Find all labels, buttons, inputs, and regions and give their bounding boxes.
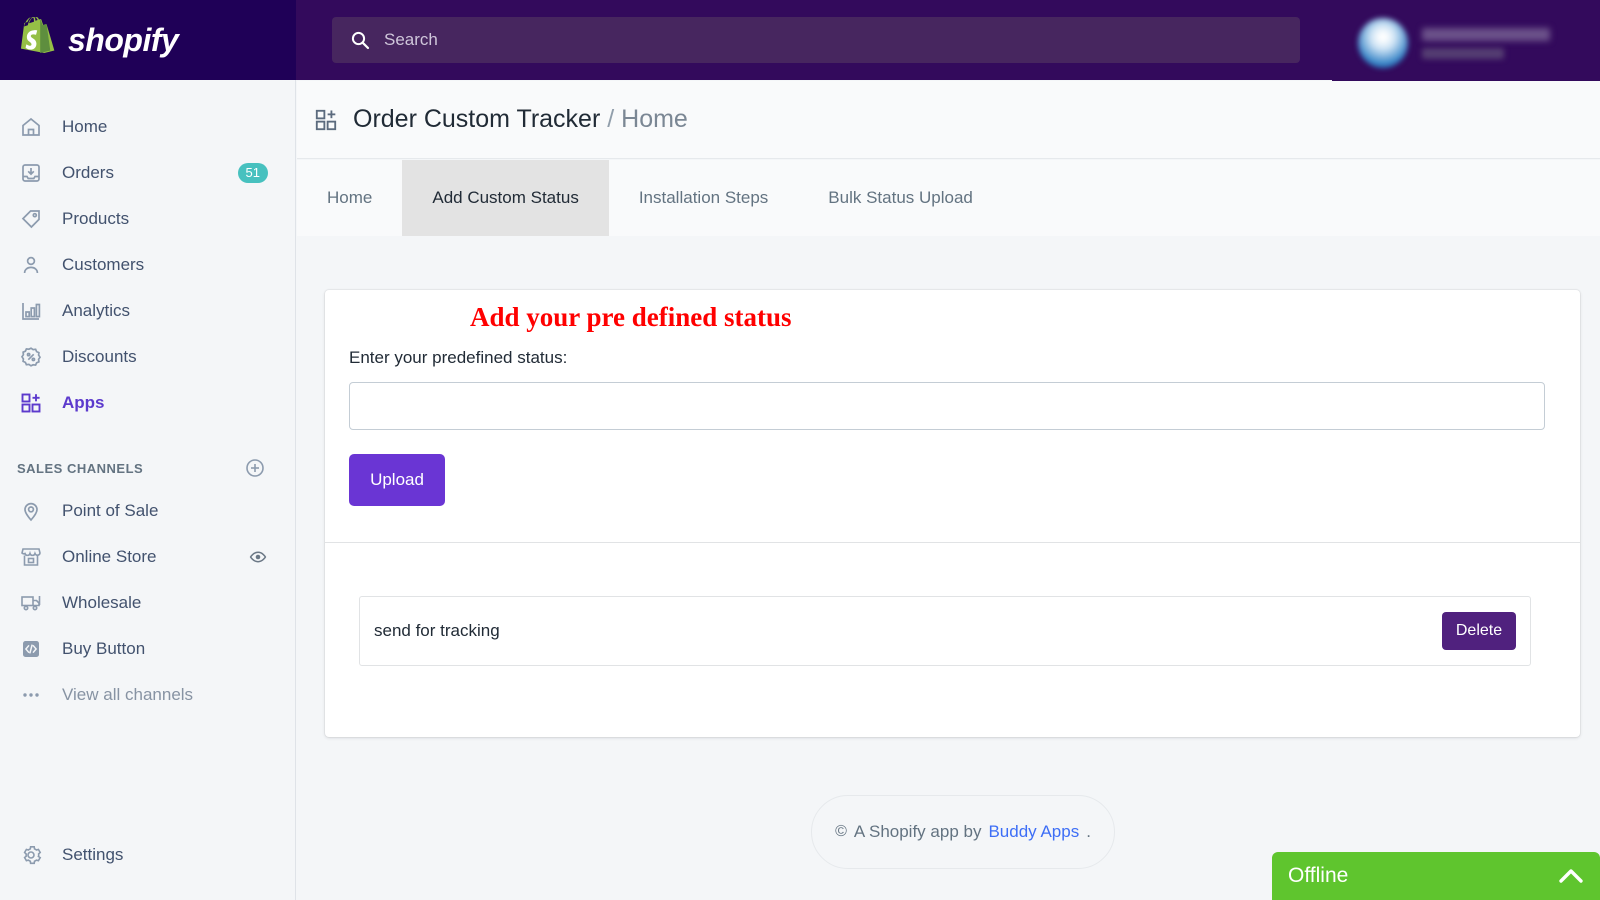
tab-home[interactable]: Home (297, 160, 402, 236)
gear-icon (17, 841, 45, 869)
sidebar-item-label: Home (62, 117, 108, 136)
apps-grid-plus-icon (17, 389, 45, 417)
custom-status-card: Add your pre defined status Enter your p… (325, 290, 1580, 737)
sidebar-settings-container: Settings (0, 832, 296, 878)
sales-channels-title: SALES CHANNELS (17, 460, 144, 476)
sidebar-item-label: Settings (62, 845, 124, 864)
store-name-redacted (1422, 47, 1504, 59)
user-details-redacted (1422, 27, 1550, 59)
sidebar-item-label: Wholesale (62, 593, 142, 612)
buddy-apps-link[interactable]: Buddy Apps (988, 822, 1079, 842)
sidebar-item-apps[interactable]: Apps (0, 380, 295, 426)
copyright-icon: © (835, 823, 847, 840)
sidebar-divider (0, 426, 295, 448)
sidebar-item-view-all-channels[interactable]: View all channels (0, 672, 295, 718)
shopify-admin-page: shopify Search Home Orders 51 Products C… (0, 0, 1600, 900)
wholesale-truck-icon (17, 589, 45, 617)
analytics-bar-chart-icon (17, 297, 45, 325)
sidebar-item-point-of-sale[interactable]: Point of Sale (0, 488, 295, 534)
sidebar-item-label: Analytics (62, 301, 131, 320)
page-title: Order Custom Tracker / Home (353, 105, 688, 134)
status-list-section: send for tracking Delete (325, 543, 1580, 736)
user-menu[interactable] (1332, 0, 1600, 86)
tab-installation-steps[interactable]: Installation Steps (609, 160, 798, 236)
sidebar-item-label: View all channels (62, 685, 194, 704)
sidebar-item-home[interactable]: Home (0, 104, 295, 150)
user-avatar (1358, 18, 1408, 68)
search-placeholder: Search (384, 30, 438, 49)
sidebar-item-online-store[interactable]: Online Store (0, 534, 295, 580)
breadcrumb: Home (621, 105, 688, 133)
orders-badge: 51 (237, 163, 268, 183)
sidebar-item-discounts[interactable]: Discounts (0, 334, 295, 380)
sidebar-item-label: Orders (62, 163, 114, 182)
sidebar-item-label: Online Store (62, 547, 157, 566)
code-brackets-icon (17, 635, 45, 663)
sidebar-item-label: Point of Sale (62, 501, 159, 520)
tab-bulk-status-upload[interactable]: Bulk Status Upload (798, 160, 1003, 236)
shopify-wordmark: shopify (68, 21, 179, 58)
sidebar-item-settings[interactable]: Settings (0, 832, 296, 878)
predefined-status-input[interactable] (349, 382, 1545, 430)
user-name-redacted (1422, 27, 1550, 41)
sidebar-item-label: Products (62, 209, 130, 228)
breadcrumb-separator: / (607, 105, 615, 133)
top-bar: shopify Search (0, 0, 1600, 86)
footer-text: A Shopify app by (853, 822, 982, 841)
search-icon (350, 30, 370, 50)
top-bar-main: Search (296, 0, 1600, 86)
customers-person-icon (17, 251, 45, 279)
chat-widget[interactable]: Offline (1272, 852, 1600, 900)
sidebar-item-label: Customers (62, 255, 145, 274)
chevron-up-icon[interactable] (1558, 868, 1584, 884)
status-list-item: send for tracking Delete (359, 596, 1531, 666)
products-tag-icon (17, 205, 45, 233)
upload-button[interactable]: Upload (349, 454, 445, 506)
sidebar: Home Orders 51 Products Customers Analyt… (0, 80, 296, 900)
chat-status-label: Offline (1288, 864, 1349, 887)
plus-circle-icon[interactable] (245, 458, 265, 478)
add-status-section: Add your pre defined status Enter your p… (325, 290, 1580, 543)
sidebar-item-buy-button[interactable]: Buy Button (0, 626, 295, 672)
tab-add-custom-status[interactable]: Add Custom Status (402, 160, 609, 236)
footer-period: . (1086, 822, 1091, 841)
apps-grid-plus-icon (313, 107, 339, 133)
section-heading: Add your pre defined status (470, 302, 792, 332)
sales-channels-header: SALES CHANNELS (0, 448, 295, 488)
footer-attribution: © A Shopify app by Buddy Apps. (811, 795, 1115, 869)
tab-bar: Home Add Custom Status Installation Step… (297, 160, 1600, 236)
sidebar-item-label: Discounts (62, 347, 137, 366)
ellipsis-icon (17, 681, 45, 709)
shopify-bag-logo (16, 17, 58, 63)
sidebar-item-wholesale[interactable]: Wholesale (0, 580, 295, 626)
home-icon (17, 113, 45, 141)
page-header: Order Custom Tracker / Home (297, 81, 1600, 159)
orders-inbox-icon (17, 159, 45, 187)
sidebar-item-customers[interactable]: Customers (0, 242, 295, 288)
discounts-percent-icon (17, 343, 45, 371)
eye-icon[interactable] (249, 548, 267, 566)
status-field-label: Enter your predefined status: (349, 348, 568, 367)
storefront-icon (17, 543, 45, 571)
status-name: send for tracking (374, 621, 500, 640)
delete-button[interactable]: Delete (1442, 612, 1516, 650)
sidebar-item-label: Buy Button (62, 639, 146, 658)
location-pin-icon (17, 497, 45, 525)
sidebar-item-analytics[interactable]: Analytics (0, 288, 295, 334)
sidebar-item-orders[interactable]: Orders 51 (0, 150, 295, 196)
sidebar-item-products[interactable]: Products (0, 196, 295, 242)
sidebar-item-label: Apps (62, 393, 105, 412)
shopify-logo[interactable]: shopify (0, 0, 296, 80)
search-input[interactable]: Search (332, 17, 1300, 63)
page-app-name: Order Custom Tracker (353, 105, 601, 133)
main-content: Add your pre defined status Enter your p… (297, 236, 1600, 900)
